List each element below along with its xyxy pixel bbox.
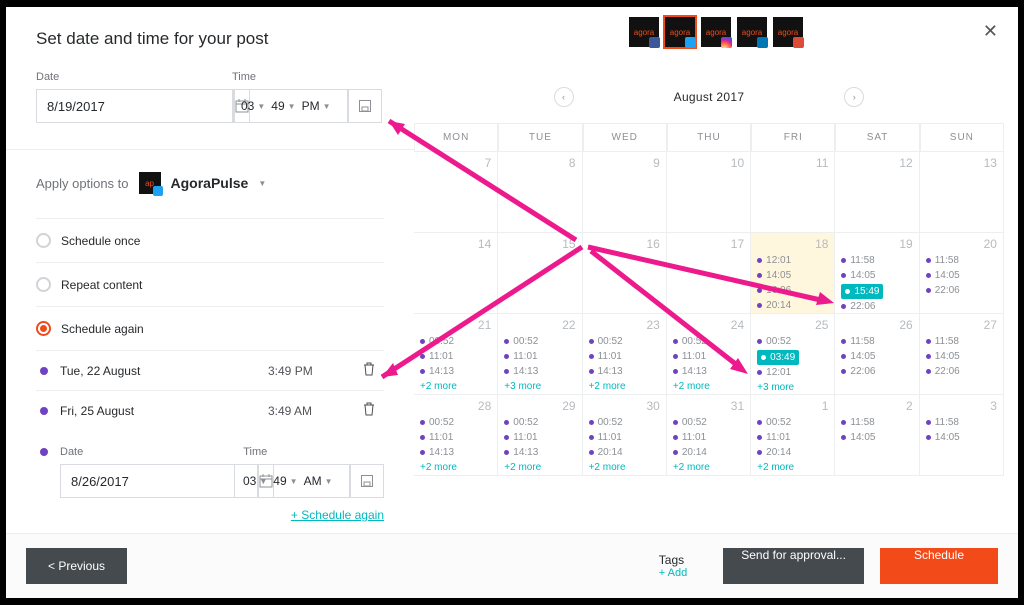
calendar-cell[interactable]: 13 — [919, 151, 1004, 233]
day-header: FRI — [751, 123, 835, 152]
calendar-cell[interactable]: 2711:5814:0522:06 — [919, 313, 1004, 395]
time-label: Time — [232, 71, 382, 83]
trash-icon[interactable] — [354, 402, 384, 419]
day-header: SAT — [835, 123, 919, 152]
time-picker[interactable]: 03▼ 49▼ PM▼ — [232, 89, 348, 123]
add-tag-link[interactable]: + Add — [659, 567, 687, 579]
close-icon[interactable]: ✕ — [983, 21, 998, 42]
prev-month[interactable]: ‹ — [554, 87, 574, 107]
calendar-cell[interactable]: 100:5211:0120:14+2 more — [750, 394, 835, 476]
calendar-cell[interactable]: 211:5814:05 — [834, 394, 919, 476]
trash-icon[interactable] — [354, 362, 384, 379]
facebook-account[interactable]: agora — [629, 17, 659, 47]
radio-schedule-once[interactable]: Schedule once — [36, 218, 384, 262]
calendar-cell[interactable]: 2900:5211:0114:13+2 more — [497, 394, 582, 476]
apply-target[interactable]: AgoraPulse — [171, 175, 249, 191]
calendar-cell[interactable]: 7 — [414, 151, 498, 233]
scheduled-row: Fri, 25 August3:49 AM — [36, 390, 384, 430]
calendar-cell[interactable]: 2611:5814:0522:06 — [834, 313, 919, 395]
day-header: MON — [414, 123, 498, 152]
radio-repeat-content[interactable]: Repeat content — [36, 262, 384, 306]
date-label: Date — [36, 71, 206, 83]
new-date-input[interactable] — [60, 464, 258, 498]
scheduled-row: Tue, 22 August3:49 PM — [36, 350, 384, 390]
linkedin-account[interactable]: agora — [737, 17, 767, 47]
save-time-button[interactable] — [350, 464, 384, 498]
twitter-account[interactable]: agora — [665, 17, 695, 47]
calendar-cell[interactable]: 9 — [582, 151, 667, 233]
day-header: WED — [583, 123, 667, 152]
previous-button[interactable]: < Previous — [26, 548, 127, 584]
next-month[interactable]: › — [844, 87, 864, 107]
day-header: TUE — [498, 123, 582, 152]
calendar-cell[interactable]: 1812:0114:0516:0620:14 — [750, 232, 835, 314]
calendar-cell[interactable]: 2500:5203:4912:01+3 more — [750, 313, 835, 395]
calendar-cell[interactable]: 2011:5814:0522:06 — [919, 232, 1004, 314]
schedule-again-link[interactable]: + Schedule again — [36, 508, 384, 522]
calendar-cell[interactable]: 12 — [834, 151, 919, 233]
day-header: SUN — [920, 123, 1004, 152]
instagram-account[interactable]: agora — [701, 17, 731, 47]
calendar-title: August 2017 — [674, 90, 745, 104]
day-header: THU — [667, 123, 751, 152]
googleplus-account[interactable]: agora — [773, 17, 803, 47]
calendar-cell[interactable]: 2100:5211:0114:13+2 more — [414, 313, 498, 395]
schedule-button[interactable]: Schedule — [880, 548, 998, 584]
calendar-cell[interactable]: 10 — [666, 151, 751, 233]
calendar-cell[interactable]: 14 — [414, 232, 498, 314]
chevron-down-icon[interactable]: ▼ — [258, 179, 266, 188]
send-for-approval-button[interactable]: Send for approval... — [723, 548, 864, 584]
radio-schedule-again[interactable]: Schedule again — [36, 306, 384, 350]
calendar-cell[interactable]: 15 — [497, 232, 582, 314]
calendar-cell[interactable]: 2400:5211:0114:13+2 more — [666, 313, 751, 395]
calendar-cell[interactable]: 2200:5211:0114:13+3 more — [497, 313, 582, 395]
calendar-cell[interactable]: 16 — [582, 232, 667, 314]
apply-options-label: Apply options to — [36, 176, 129, 191]
calendar-cell[interactable]: 311:5814:05 — [919, 394, 1004, 476]
social-accounts: agora agora agora agora agora — [414, 17, 1018, 47]
calendar-cell[interactable]: 3000:5211:0120:14+2 more — [582, 394, 667, 476]
agorapulse-icon: ap — [139, 172, 161, 194]
save-time-button[interactable] — [348, 89, 382, 123]
calendar-cell[interactable]: 2800:5211:0114:13+2 more — [414, 394, 498, 476]
calendar-cell[interactable]: 1911:5814:0515:4922:06 — [834, 232, 919, 314]
calendar-cell[interactable]: 8 — [497, 151, 582, 233]
calendar-cell[interactable]: 11 — [750, 151, 835, 233]
calendar-cell[interactable]: 2300:5211:0114:13+2 more — [582, 313, 667, 395]
page-title: Set date and time for your post — [36, 29, 384, 49]
new-time-picker[interactable]: 03▼ 49▼ AM▼ — [234, 464, 350, 498]
date-input[interactable] — [36, 89, 234, 123]
tags-area: Tags + Add — [659, 553, 687, 579]
calendar-cell[interactable]: 17 — [666, 232, 751, 314]
calendar-cell[interactable]: 3100:5211:0120:14+2 more — [666, 394, 751, 476]
